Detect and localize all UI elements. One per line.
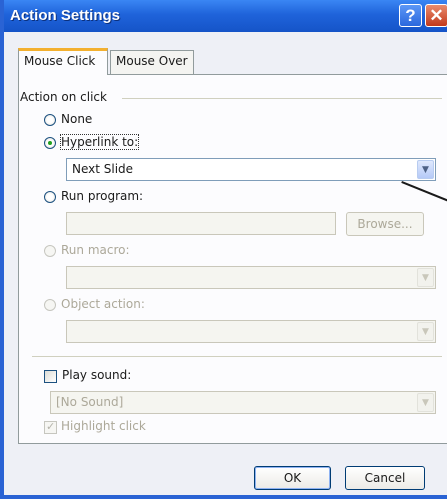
hyperlink-select-value: Next Slide [72,162,134,176]
chevron-down-icon[interactable]: ▼ [417,393,434,412]
browse-button[interactable]: Browse... [346,212,424,236]
highlight-click-label[interactable]: Highlight click [61,419,146,433]
ok-button[interactable]: OK [254,466,331,490]
title-bar[interactable]: Action Settings ? ✕ [4,0,447,32]
radio-run-macro[interactable] [44,245,56,257]
hyperlink-select[interactable]: Next Slide ▼ [66,158,436,181]
section-divider [32,356,442,357]
sound-select[interactable]: [No Sound] ▼ [50,391,436,414]
chevron-down-icon[interactable]: ▼ [417,322,434,341]
run-program-input[interactable] [66,212,336,235]
close-icon: ✕ [429,6,444,25]
window-title: Action Settings [10,7,121,24]
chevron-down-icon[interactable]: ▼ [417,268,434,287]
run-macro-select[interactable]: ▼ [66,266,436,289]
help-button[interactable]: ? [399,4,422,27]
action-settings-dialog: Action Settings ? ✕ Mouse Click Mouse Ov… [0,0,447,499]
chevron-down-icon[interactable]: ▼ [417,160,434,179]
play-sound-label[interactable]: Play sound: [62,368,131,382]
radio-run-macro-label[interactable]: Run macro: [61,243,130,257]
group-divider [122,98,442,99]
group-label-action-on-click: Action on click [20,90,111,104]
close-button[interactable]: ✕ [425,4,447,27]
radio-run-program[interactable] [44,191,56,203]
object-action-select[interactable]: ▼ [66,320,436,343]
sound-select-value: [No Sound] [56,395,124,409]
tab-mouse-click[interactable]: Mouse Click [18,48,108,75]
radio-none-label[interactable]: None [61,112,92,126]
highlight-click-checkbox[interactable] [44,420,57,434]
radio-object-action-label[interactable]: Object action: [61,297,145,311]
radio-run-program-label[interactable]: Run program: [61,189,143,203]
radio-hyperlink[interactable] [44,137,56,149]
play-sound-checkbox[interactable] [44,370,57,383]
help-icon: ? [405,6,416,25]
tab-panel [18,74,447,444]
radio-object-action[interactable] [44,299,56,311]
tab-mouse-over[interactable]: Mouse Over [110,50,194,74]
radio-none[interactable] [44,114,56,126]
radio-hyperlink-label[interactable]: Hyperlink to: [59,134,140,150]
cancel-button[interactable]: Cancel [345,466,425,490]
